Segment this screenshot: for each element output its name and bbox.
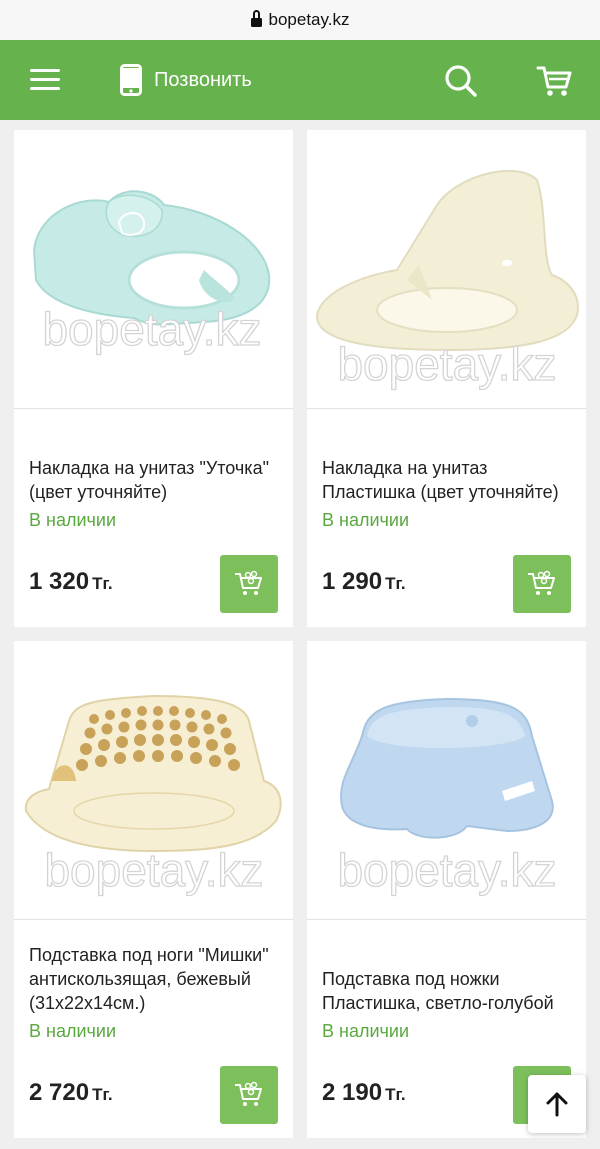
menu-button[interactable] xyxy=(28,64,64,96)
hamburger-icon-line xyxy=(30,87,60,90)
hamburger-icon-line xyxy=(30,78,60,81)
stock-status: В наличии xyxy=(322,1021,410,1041)
product-title-text[interactable]: Подставка под ноги "Мишки" антискользяща… xyxy=(29,943,284,1015)
add-to-cart-icon xyxy=(235,570,262,595)
arrow-up-icon xyxy=(546,1092,568,1117)
price-value: 1 290 xyxy=(322,568,383,595)
product-title[interactable]: Подставка под ножки Пластишка, светло-го… xyxy=(322,935,577,1015)
product-title[interactable]: Накладка на унитаз "Уточка" (цвет уточня… xyxy=(29,424,284,504)
add-to-cart-button[interactable] xyxy=(220,555,278,613)
watermark: bopetay.kz xyxy=(337,844,556,896)
lock-icon xyxy=(250,9,262,28)
price-currency: Тг. xyxy=(385,1085,406,1104)
stock-status: В наличии xyxy=(322,510,410,530)
add-to-cart-icon xyxy=(235,1081,262,1106)
cart-icon xyxy=(536,66,572,96)
watermark: bopetay.kz xyxy=(337,338,556,390)
price-value: 2 720 xyxy=(29,1079,90,1106)
product-card[interactable]: bopetay.kz Подставка под ножки Пластишка… xyxy=(307,641,586,1138)
product-card[interactable]: bopetay.kz Подставка под ноги "Мишки" ан… xyxy=(14,641,293,1138)
watermark: bopetay.kz xyxy=(44,844,263,896)
price-currency: Тг. xyxy=(92,1085,113,1104)
price-currency: Тг. xyxy=(385,574,406,593)
hamburger-icon xyxy=(30,69,60,72)
product-title[interactable]: Подставка под ноги "Мишки" антискользяща… xyxy=(29,935,284,1015)
product-image[interactable]: bopetay.kz xyxy=(307,130,586,408)
product-card[interactable]: bopetay.kz Накладка на унитаз "Уточка" (… xyxy=(14,130,293,627)
search-icon xyxy=(445,65,477,97)
url-text: bopetay.kz xyxy=(268,10,350,29)
search-button[interactable] xyxy=(442,62,480,100)
price-value: 2 190 xyxy=(322,1079,383,1106)
stock-status: В наличии xyxy=(29,510,117,530)
watermark: bopetay.kz xyxy=(42,303,261,355)
product-price: 1 290 Тг. xyxy=(322,568,406,596)
call-label: Позвонить xyxy=(154,68,252,91)
add-to-cart-button[interactable] xyxy=(513,555,571,613)
add-to-cart-button[interactable] xyxy=(220,1066,278,1124)
browser-url-bar[interactable]: bopetay.kz xyxy=(0,0,600,40)
site-header: Позвонить xyxy=(0,40,600,120)
product-image[interactable]: bopetay.kz xyxy=(14,641,293,919)
product-title-text[interactable]: Накладка на унитаз Пластишка (цвет уточн… xyxy=(322,456,577,504)
product-image[interactable]: bopetay.kz xyxy=(307,641,586,919)
product-title-text[interactable]: Подставка под ножки Пластишка, светло-го… xyxy=(322,967,577,1015)
product-title[interactable]: Накладка на унитаз Пластишка (цвет уточн… xyxy=(322,424,577,504)
product-image[interactable]: bopetay.kz xyxy=(14,130,293,408)
product-card[interactable]: bopetay.kz Накладка на унитаз Пластишка … xyxy=(307,130,586,627)
price-value: 1 320 xyxy=(29,568,90,595)
divider xyxy=(307,919,586,920)
divider xyxy=(14,919,293,920)
phone-icon xyxy=(120,64,142,96)
cart-button[interactable] xyxy=(535,62,573,100)
scroll-to-top-button[interactable] xyxy=(528,1075,586,1133)
call-button[interactable]: Позвонить xyxy=(120,62,252,98)
product-price: 1 320 Тг. xyxy=(29,568,113,596)
divider xyxy=(307,408,586,409)
product-price: 2 190 Тг. xyxy=(322,1079,406,1107)
stock-status: В наличии xyxy=(29,1021,117,1041)
add-to-cart-icon xyxy=(528,570,555,595)
divider xyxy=(14,408,293,409)
product-title-text[interactable]: Накладка на унитаз "Уточка" (цвет уточня… xyxy=(29,456,284,504)
price-currency: Тг. xyxy=(92,574,113,593)
product-price: 2 720 Тг. xyxy=(29,1079,113,1107)
